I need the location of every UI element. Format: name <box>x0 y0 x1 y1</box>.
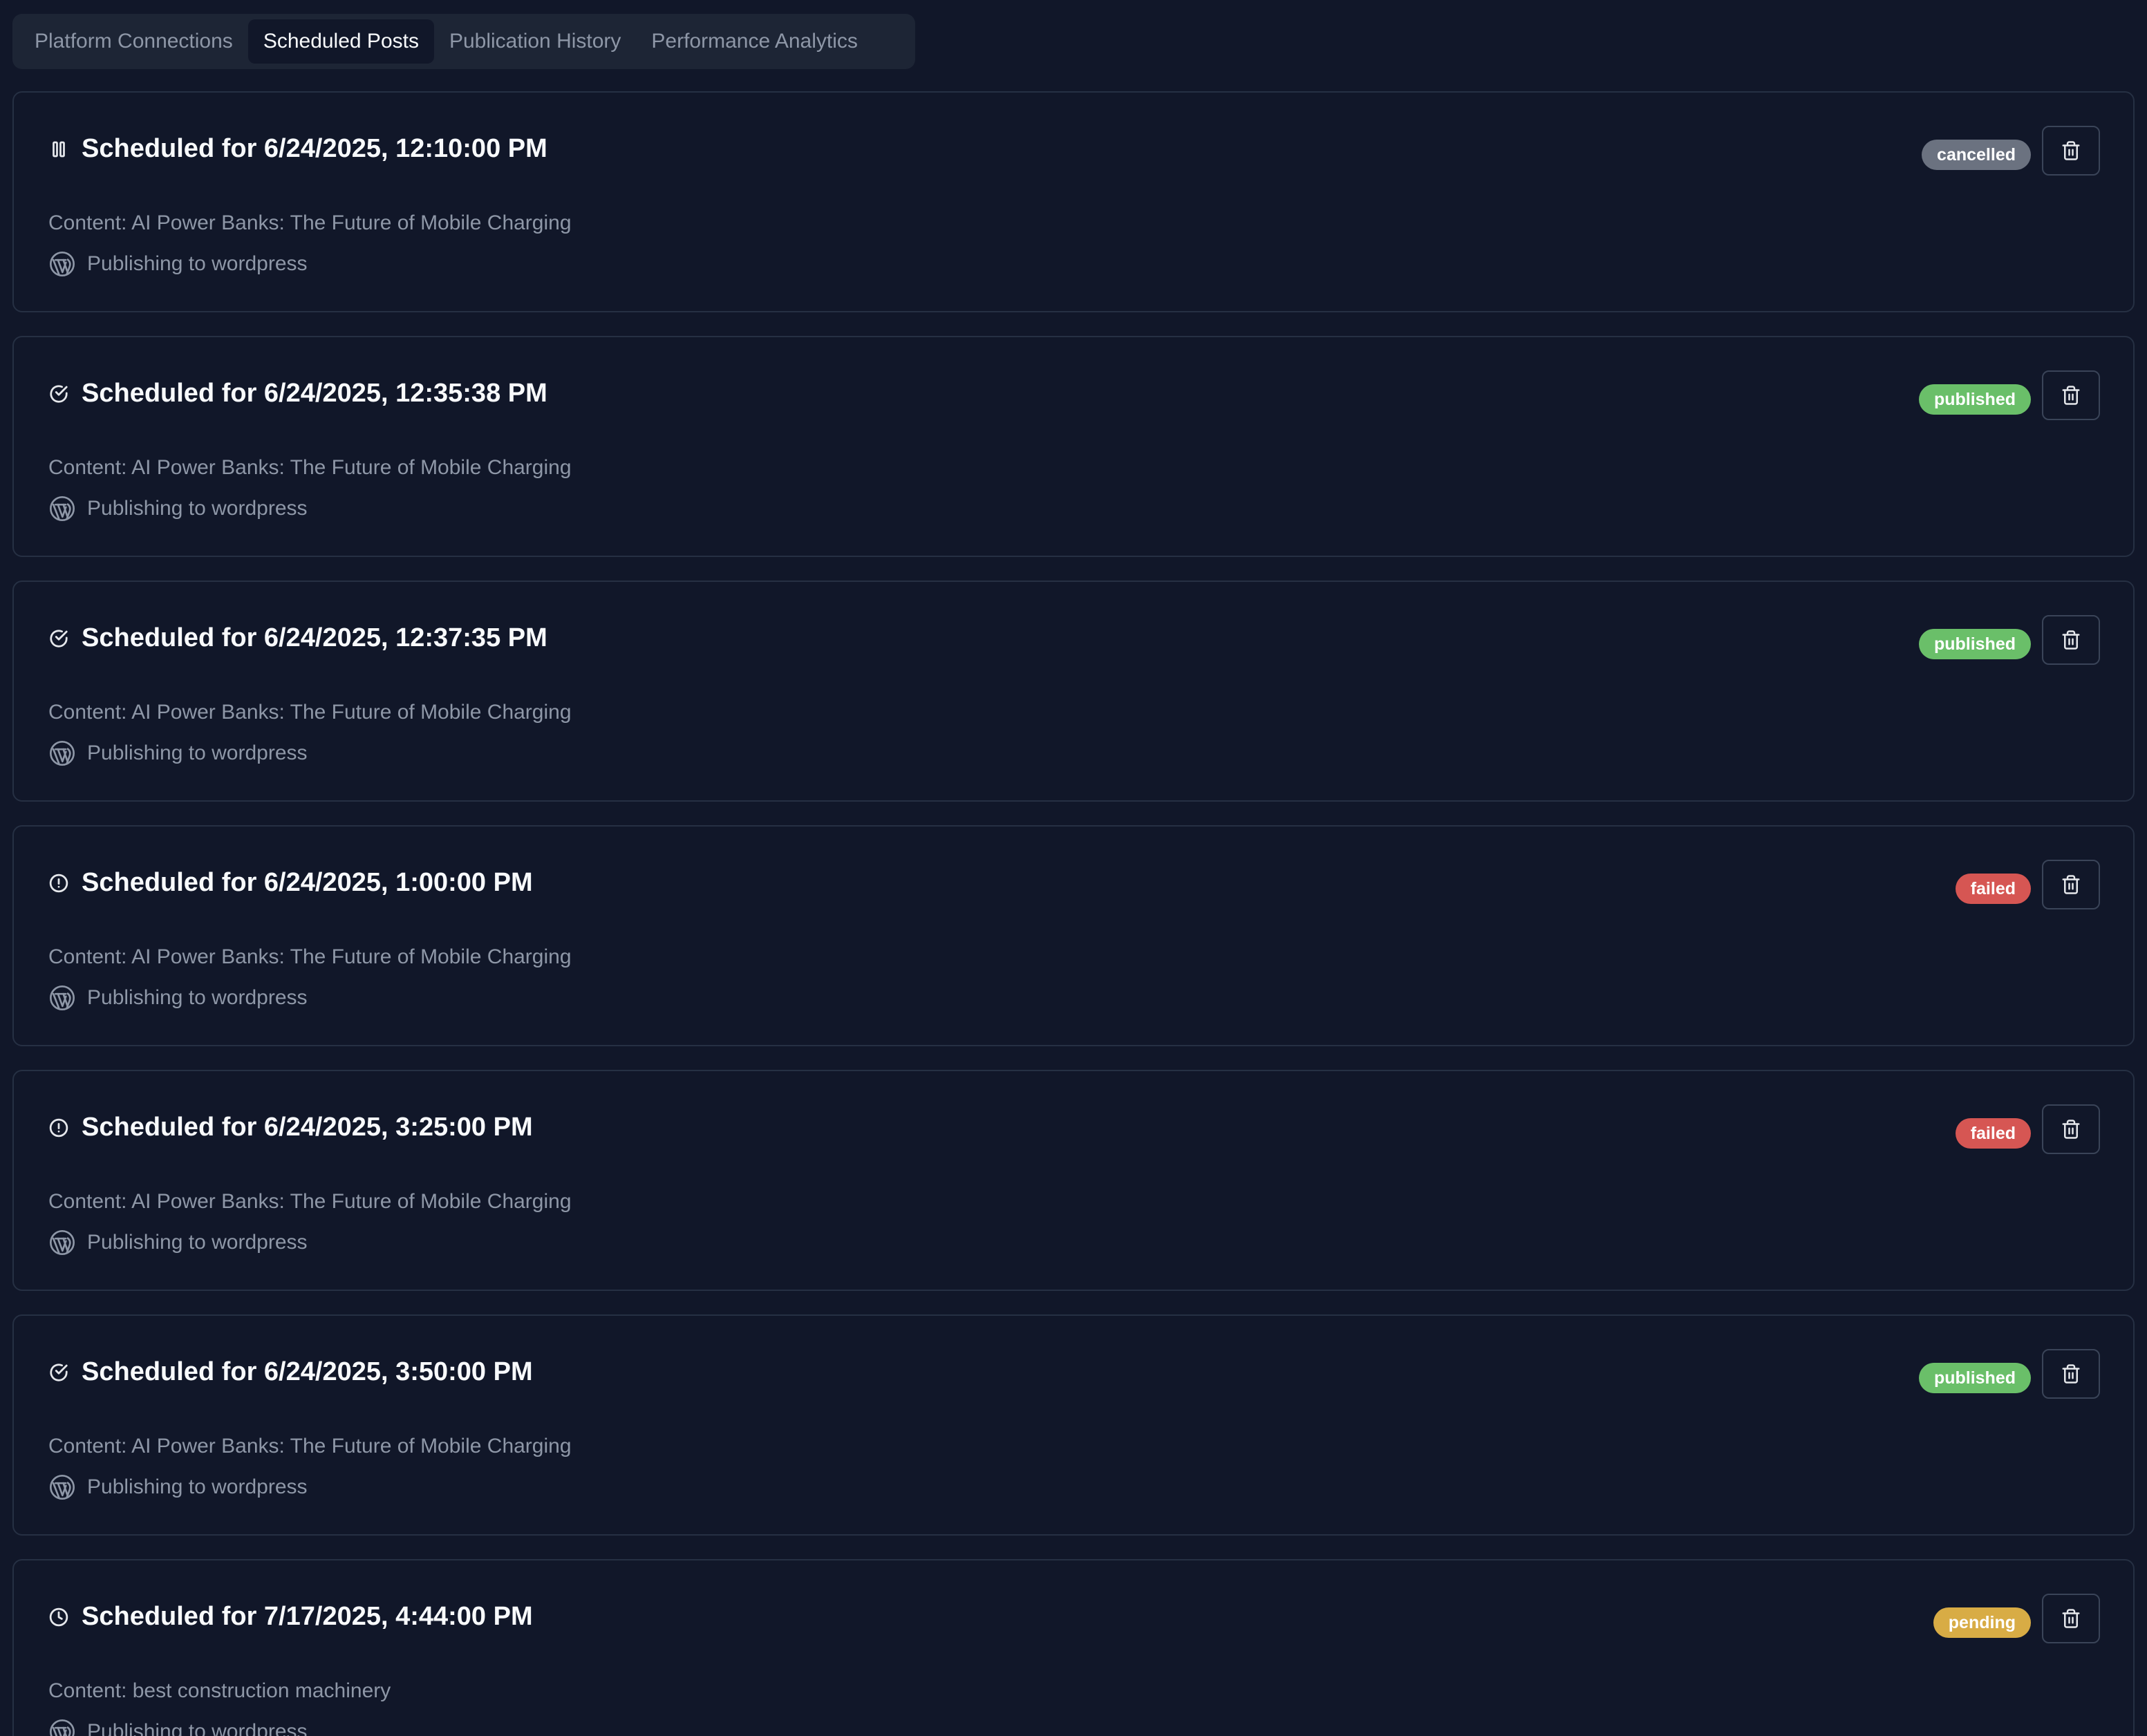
check-circle-icon <box>48 628 69 649</box>
post-platform-row: Publishing to wordpress <box>48 495 308 522</box>
scheduled-post-card: Scheduled for 6/24/2025, 1:00:00 PM faile… <box>12 825 2135 1046</box>
tab-bar: Platform Connections Scheduled Posts Pub… <box>12 14 915 69</box>
wordpress-icon <box>48 984 76 1012</box>
post-platform-label: Publishing to wordpress <box>87 742 308 764</box>
status-badge: published <box>1918 384 2031 415</box>
wordpress-icon <box>48 739 76 767</box>
trash-icon <box>2061 1608 2081 1629</box>
delete-post-button[interactable] <box>2042 126 2100 176</box>
wordpress-icon <box>48 1718 76 1736</box>
post-title-row: Scheduled for 6/24/2025, 3:50:00 PM <box>48 1357 533 1387</box>
wordpress-icon <box>48 1229 76 1256</box>
post-platform-row: Publishing to wordpress <box>48 1229 308 1256</box>
wordpress-icon <box>48 250 76 278</box>
scheduled-post-card: Scheduled for 6/24/2025, 3:25:00 PM faile… <box>12 1070 2135 1291</box>
status-badge: failed <box>1955 1118 2031 1149</box>
post-content-title: Content: AI Power Banks: The Future of M… <box>48 211 572 234</box>
post-schedule-time: Scheduled for 6/24/2025, 12:10:00 PM <box>82 134 547 163</box>
post-content-title: Content: AI Power Banks: The Future of M… <box>48 945 572 968</box>
post-platform-row: Publishing to wordpress <box>48 984 308 1012</box>
post-schedule-time: Scheduled for 6/24/2025, 1:00:00 PM <box>82 868 533 897</box>
trash-icon <box>2061 630 2081 650</box>
post-content-title: Content: AI Power Banks: The Future of M… <box>48 456 572 479</box>
clock-icon <box>48 1607 69 1628</box>
post-schedule-time: Scheduled for 6/24/2025, 3:25:00 PM <box>82 1113 533 1142</box>
post-title-row: Scheduled for 6/24/2025, 12:35:38 PM <box>48 379 547 408</box>
alert-circle-icon <box>48 1117 69 1138</box>
post-title-row: Scheduled for 6/24/2025, 12:37:35 PM <box>48 623 547 653</box>
trash-icon <box>2061 1364 2081 1384</box>
wordpress-icon <box>48 1473 76 1501</box>
tab-scheduled-posts[interactable]: Scheduled Posts <box>247 19 434 64</box>
check-circle-icon <box>48 384 69 404</box>
post-platform-label: Publishing to wordpress <box>87 1475 308 1498</box>
delete-post-button[interactable] <box>2042 1104 2100 1154</box>
pause-icon <box>48 139 69 160</box>
post-platform-row: Publishing to wordpress <box>48 250 308 278</box>
post-content-title: Content: AI Power Banks: The Future of M… <box>48 1190 572 1213</box>
status-badge: failed <box>1955 874 2031 904</box>
post-content-title: Content: AI Power Banks: The Future of M… <box>48 701 572 724</box>
scheduled-post-card: Scheduled for 6/24/2025, 12:35:38 PM publ… <box>12 336 2135 557</box>
status-badge: cancelled <box>1922 140 2031 170</box>
alert-circle-icon <box>48 873 69 894</box>
status-badge: published <box>1918 629 2031 659</box>
delete-post-button[interactable] <box>2042 1349 2100 1399</box>
tab-publication-history[interactable]: Publication History <box>434 19 636 64</box>
wordpress-icon <box>48 495 76 522</box>
post-platform-row: Publishing to wordpress <box>48 1718 308 1736</box>
post-platform-row: Publishing to wordpress <box>48 1473 308 1501</box>
post-platform-label: Publishing to wordpress <box>87 1231 308 1254</box>
post-title-row: Scheduled for 6/24/2025, 1:00:00 PM <box>48 868 533 898</box>
post-title-row: Scheduled for 6/24/2025, 12:10:00 PM <box>48 134 547 164</box>
check-circle-icon <box>48 1362 69 1383</box>
post-schedule-time: Scheduled for 6/24/2025, 12:37:35 PM <box>82 623 547 652</box>
post-title-row: Scheduled for 7/17/2025, 4:44:00 PM <box>48 1602 533 1632</box>
scheduled-post-card: Scheduled for 7/17/2025, 4:44:00 PM pendi… <box>12 1559 2135 1736</box>
trash-icon <box>2061 1119 2081 1140</box>
status-badge: pending <box>1933 1607 2031 1638</box>
delete-post-button[interactable] <box>2042 860 2100 909</box>
post-title-row: Scheduled for 6/24/2025, 3:25:00 PM <box>48 1113 533 1142</box>
post-schedule-time: Scheduled for 6/24/2025, 12:35:38 PM <box>82 379 547 408</box>
tab-performance-analytics[interactable]: Performance Analytics <box>636 19 872 64</box>
status-badge: published <box>1918 1363 2031 1393</box>
post-schedule-time: Scheduled for 6/24/2025, 3:50:00 PM <box>82 1357 533 1386</box>
post-platform-label: Publishing to wordpress <box>87 497 308 520</box>
trash-icon <box>2061 140 2081 161</box>
scheduled-post-card: Scheduled for 6/24/2025, 12:37:35 PM publ… <box>12 581 2135 802</box>
tab-platform-connections[interactable]: Platform Connections <box>19 19 248 64</box>
post-platform-row: Publishing to wordpress <box>48 739 308 767</box>
scheduled-post-card: Scheduled for 6/24/2025, 12:10:00 PM canc… <box>12 91 2135 312</box>
delete-post-button[interactable] <box>2042 1594 2100 1643</box>
trash-icon <box>2061 874 2081 895</box>
post-platform-label: Publishing to wordpress <box>87 1720 308 1736</box>
post-schedule-time: Scheduled for 7/17/2025, 4:44:00 PM <box>82 1602 533 1631</box>
delete-post-button[interactable] <box>2042 370 2100 420</box>
post-platform-label: Publishing to wordpress <box>87 986 308 1009</box>
post-platform-label: Publishing to wordpress <box>87 252 308 275</box>
post-content-title: Content: best construction machinery <box>48 1679 391 1702</box>
scheduled-posts-page: Platform Connections Scheduled Posts Pub… <box>0 0 2147 1736</box>
post-content-title: Content: AI Power Banks: The Future of M… <box>48 1435 572 1457</box>
delete-post-button[interactable] <box>2042 615 2100 665</box>
trash-icon <box>2061 385 2081 406</box>
scheduled-post-card: Scheduled for 6/24/2025, 3:50:00 PM publi… <box>12 1314 2135 1536</box>
